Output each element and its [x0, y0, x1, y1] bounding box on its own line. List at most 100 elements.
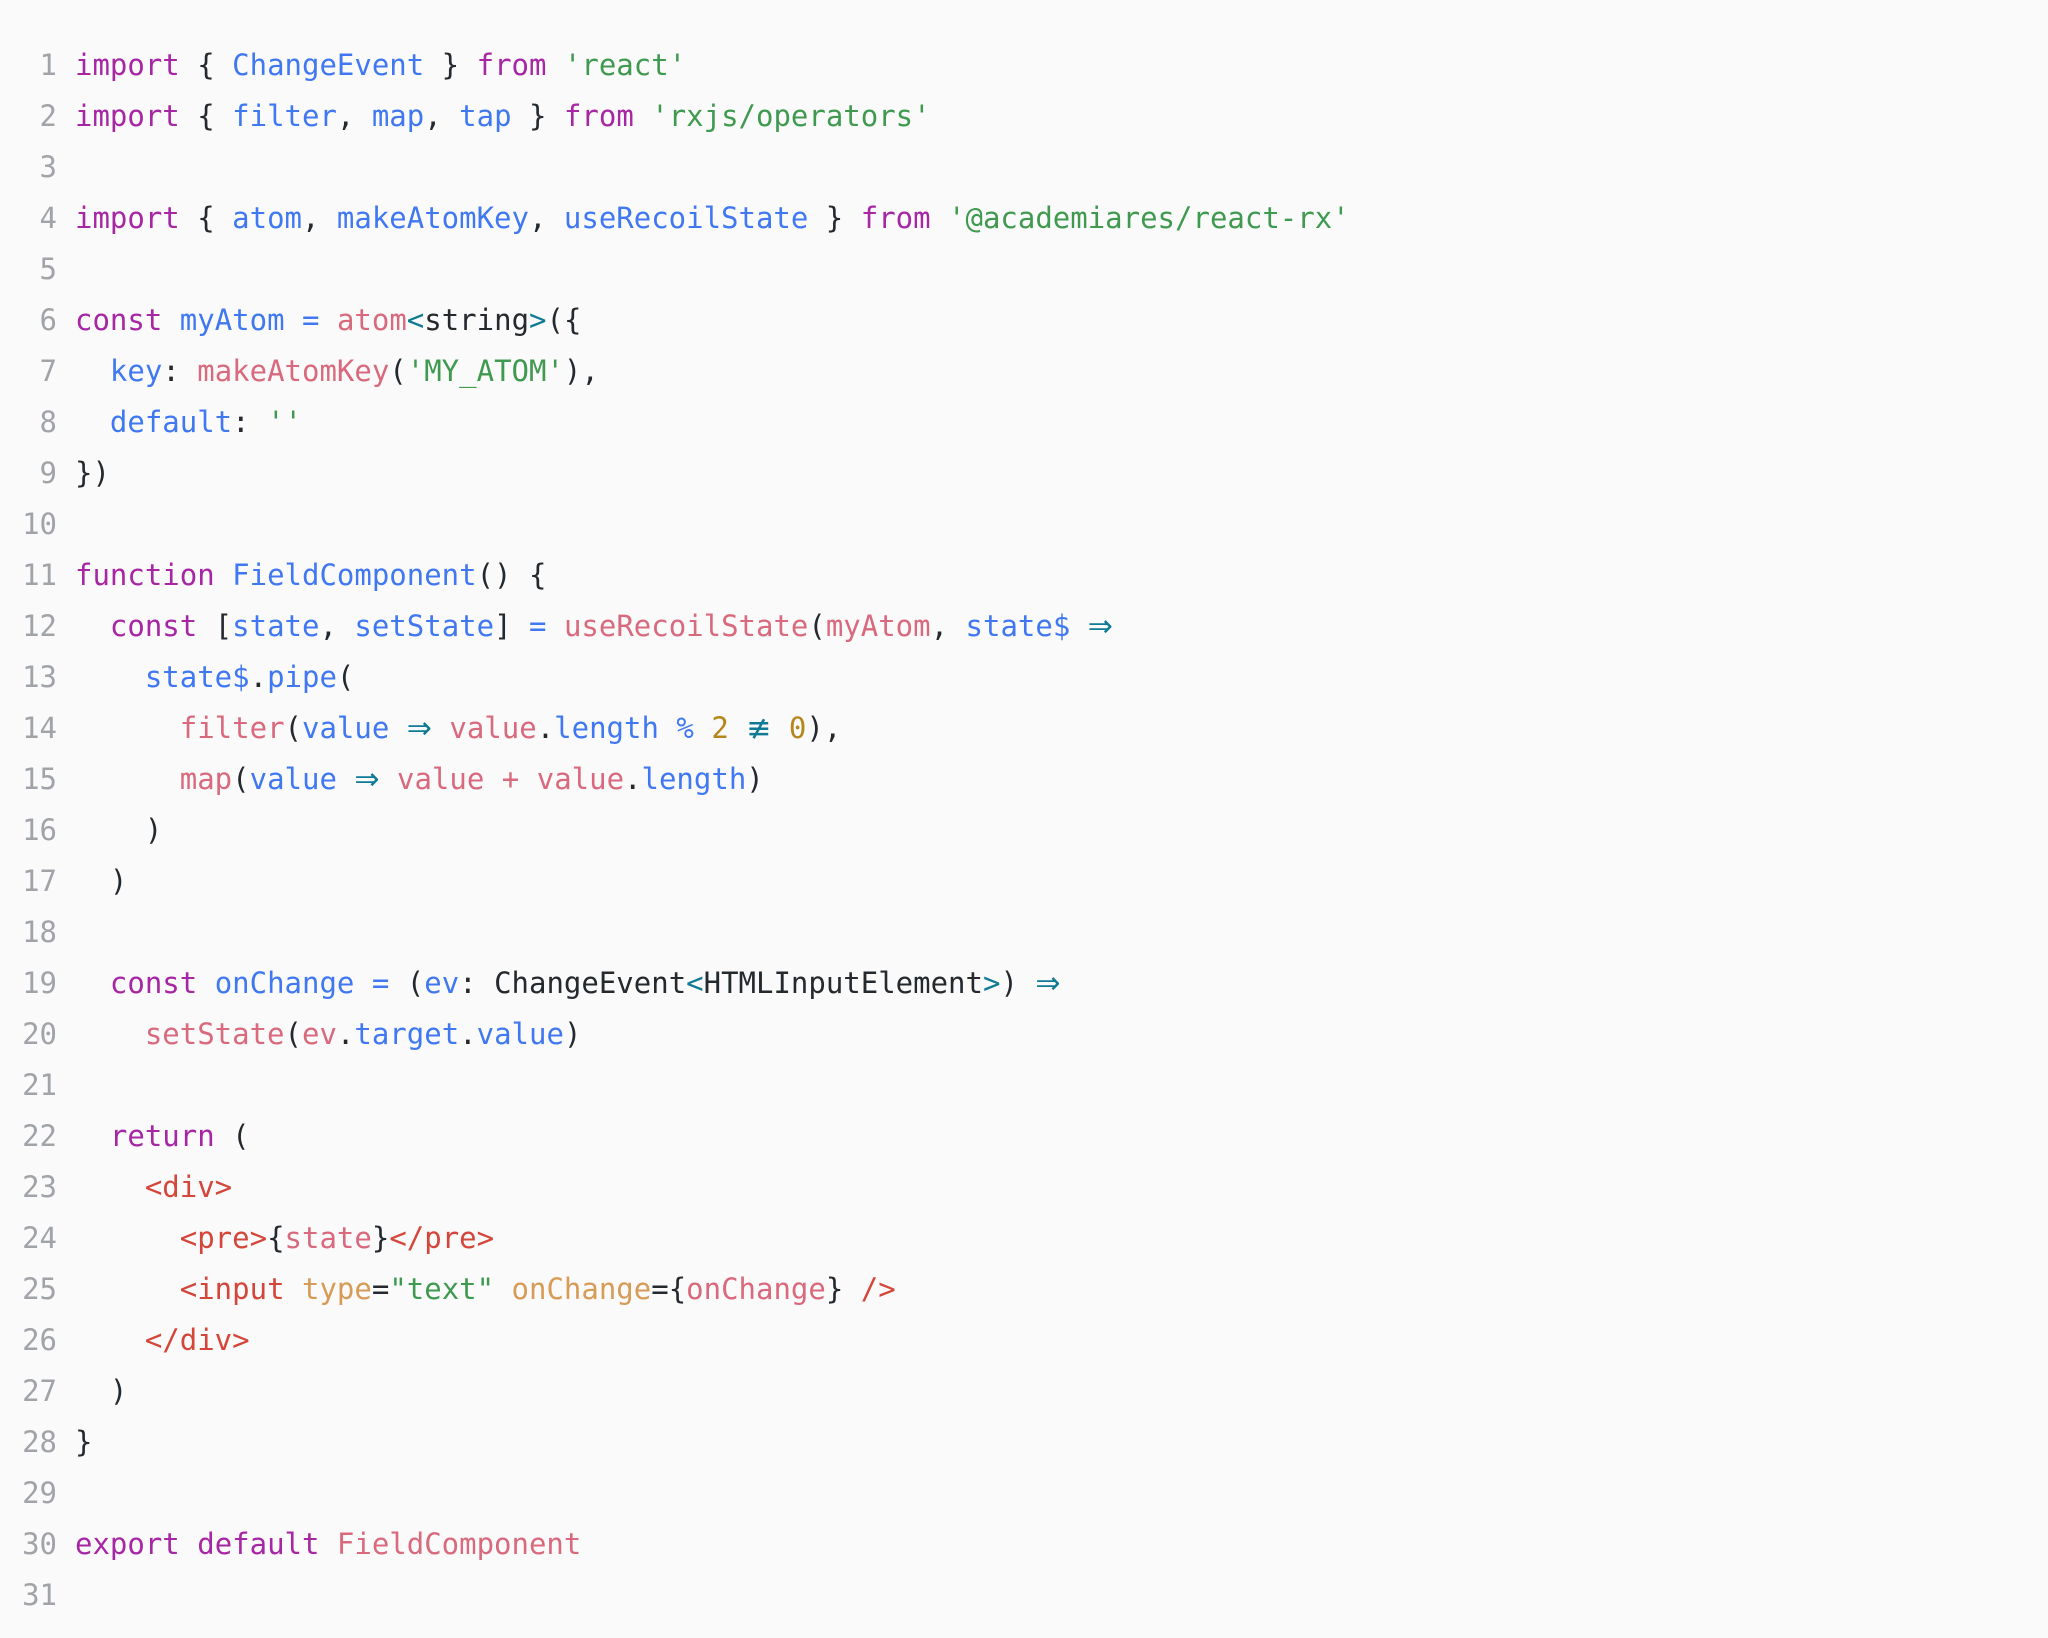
code-line[interactable]: 22 return ( — [0, 1111, 2048, 1162]
code-line[interactable]: 27 ) — [0, 1366, 2048, 1417]
line-content[interactable]: <pre>{state}</pre> — [75, 1213, 2048, 1264]
line-content[interactable]: export default FieldComponent — [75, 1519, 2048, 1570]
token-var: length — [641, 762, 747, 796]
token-punc — [75, 1323, 145, 1357]
token-punc: ) — [1000, 966, 1036, 1000]
token-punc: , — [336, 99, 372, 133]
line-content[interactable]: function FieldComponent() { — [75, 550, 2048, 601]
line-content[interactable]: default: '' — [75, 397, 2048, 448]
code-line[interactable]: 28} — [0, 1417, 2048, 1468]
code-line[interactable]: 26 </div> — [0, 1315, 2048, 1366]
token-str: '' — [267, 405, 302, 439]
code-line[interactable]: 30 export default FieldComponent — [0, 1519, 2048, 1570]
code-line[interactable]: 18 — [0, 907, 2048, 958]
code-line[interactable]: 25 <input type="text" onChange={onChange… — [0, 1264, 2048, 1315]
line-content[interactable]: import { atom, makeAtomKey, useRecoilSta… — [75, 193, 2048, 244]
code-line[interactable]: 16 ) — [0, 805, 2048, 856]
line-content[interactable]: ) — [75, 1366, 2048, 1417]
token-tag: </div> — [144, 1323, 250, 1357]
code-line[interactable]: 10 — [0, 499, 2048, 550]
token-punc: { — [179, 48, 233, 82]
token-punc — [546, 609, 563, 643]
code-line[interactable]: 14 filter(value ⇒ value.length % 2 ≢ 0), — [0, 703, 2048, 754]
line-number: 21 — [22, 1068, 57, 1102]
token-punc: ) — [75, 864, 128, 898]
line-content[interactable]: import { ChangeEvent } from 'react' — [75, 40, 2048, 91]
line-content[interactable]: filter(value ⇒ value.length % 2 ≢ 0), — [75, 703, 2048, 754]
code-line[interactable]: 29 — [0, 1468, 2048, 1519]
token-punc — [380, 762, 397, 796]
code-line[interactable]: 13 state$.pipe( — [0, 652, 2048, 703]
code-line[interactable]: 19 const onChange = (ev: ChangeEvent<HTM… — [0, 958, 2048, 1009]
token-fn: onChange — [686, 1272, 826, 1306]
token-tag: /> — [860, 1272, 896, 1306]
code-line[interactable]: 2 import { filter, map, tap } from 'rxjs/… — [0, 91, 2048, 142]
code-line[interactable]: 15 map(value ⇒ value + value.length) — [0, 754, 2048, 805]
line-content[interactable]: <div> — [75, 1162, 2048, 1213]
token-kw: default — [197, 1527, 320, 1561]
line-content[interactable]: map(value ⇒ value + value.length) — [75, 754, 2048, 805]
token-punc — [931, 201, 948, 235]
token-var: ev — [424, 966, 460, 1000]
code-line[interactable]: 6 const myAtom = atom<string>({ — [0, 295, 2048, 346]
code-line[interactable]: 20 setState(ev.target.value) — [0, 1009, 2048, 1060]
line-content[interactable]: ) — [75, 856, 2048, 907]
code-line[interactable]: 5 — [0, 244, 2048, 295]
code-line[interactable]: 11 function FieldComponent() { — [0, 550, 2048, 601]
line-content[interactable]: const onChange = (ev: ChangeEvent<HTMLIn… — [75, 958, 2048, 1009]
line-content[interactable]: state$.pipe( — [75, 652, 2048, 703]
token-punc: : — [459, 966, 495, 1000]
token-num: 2 — [711, 711, 729, 745]
token-punc: , — [424, 99, 460, 133]
code-line[interactable]: 8 default: '' — [0, 397, 2048, 448]
line-content[interactable]: return ( — [75, 1111, 2048, 1162]
code-line[interactable]: 31 — [0, 1570, 2048, 1621]
line-content[interactable]: </div> — [75, 1315, 2048, 1366]
token-punc: , — [302, 201, 337, 235]
code-line[interactable]: 4 import { atom, makeAtomKey, useRecoilSt… — [0, 193, 2048, 244]
token-punc — [634, 99, 651, 133]
line-number: 11 — [22, 558, 57, 592]
code-line[interactable]: 21 — [0, 1060, 2048, 1111]
token-type: string — [424, 303, 530, 337]
token-punc: : — [162, 354, 198, 388]
token-str: 'rxjs/operators' — [651, 99, 931, 133]
code-line[interactable]: 7 key: makeAtomKey('MY_ATOM'), — [0, 346, 2048, 397]
code-line[interactable]: 3 — [0, 142, 2048, 193]
code-line[interactable]: 12 const [state, setState] = useRecoilSt… — [0, 601, 2048, 652]
line-content[interactable]: import { filter, map, tap } from 'rxjs/o… — [75, 91, 2048, 142]
line-content[interactable]: } — [75, 1417, 2048, 1468]
line-number: 4 — [39, 201, 57, 235]
code-line[interactable]: 17 ) — [0, 856, 2048, 907]
line-content[interactable]: ) — [75, 805, 2048, 856]
token-punc: [ — [197, 609, 233, 643]
code-block[interactable]: 1 import { ChangeEvent } from 'react' 2 imp… — [0, 0, 2048, 1638]
token-punc: . — [459, 1017, 477, 1051]
line-content[interactable]: setState(ev.target.value) — [75, 1009, 2048, 1060]
line-number: 6 — [39, 303, 57, 337]
code-line[interactable]: 9}) — [0, 448, 2048, 499]
token-punc: ( — [808, 609, 826, 643]
code-line[interactable]: 1 import { ChangeEvent } from 'react' — [0, 40, 2048, 91]
line-content[interactable]: const [state, setState] = useRecoilState… — [75, 601, 2048, 652]
line-number: 8 — [39, 405, 57, 439]
token-type: HTMLInputElement — [703, 966, 983, 1000]
token-fn: useRecoilState — [563, 609, 809, 643]
token-str: "text" — [389, 1272, 495, 1306]
token-lig: ⇒ — [1035, 966, 1061, 1001]
token-fn: FieldComponent — [336, 1527, 582, 1561]
line-number: 30 — [22, 1527, 57, 1561]
token-op: < — [406, 303, 425, 337]
token-punc — [729, 711, 746, 745]
code-line[interactable]: 23 <div> — [0, 1162, 2048, 1213]
token-punc — [432, 711, 449, 745]
line-number: 25 — [22, 1272, 57, 1306]
token-punc: : — [232, 405, 268, 439]
line-content[interactable]: key: makeAtomKey('MY_ATOM'), — [75, 346, 2048, 397]
token-punc: ({ — [546, 303, 582, 337]
token-punc: ), — [563, 354, 599, 388]
line-content[interactable]: const myAtom = atom<string>({ — [75, 295, 2048, 346]
code-line[interactable]: 24 <pre>{state}</pre> — [0, 1213, 2048, 1264]
line-content[interactable]: }) — [75, 448, 2048, 499]
line-content[interactable]: <input type="text" onChange={onChange} /… — [75, 1264, 2048, 1315]
